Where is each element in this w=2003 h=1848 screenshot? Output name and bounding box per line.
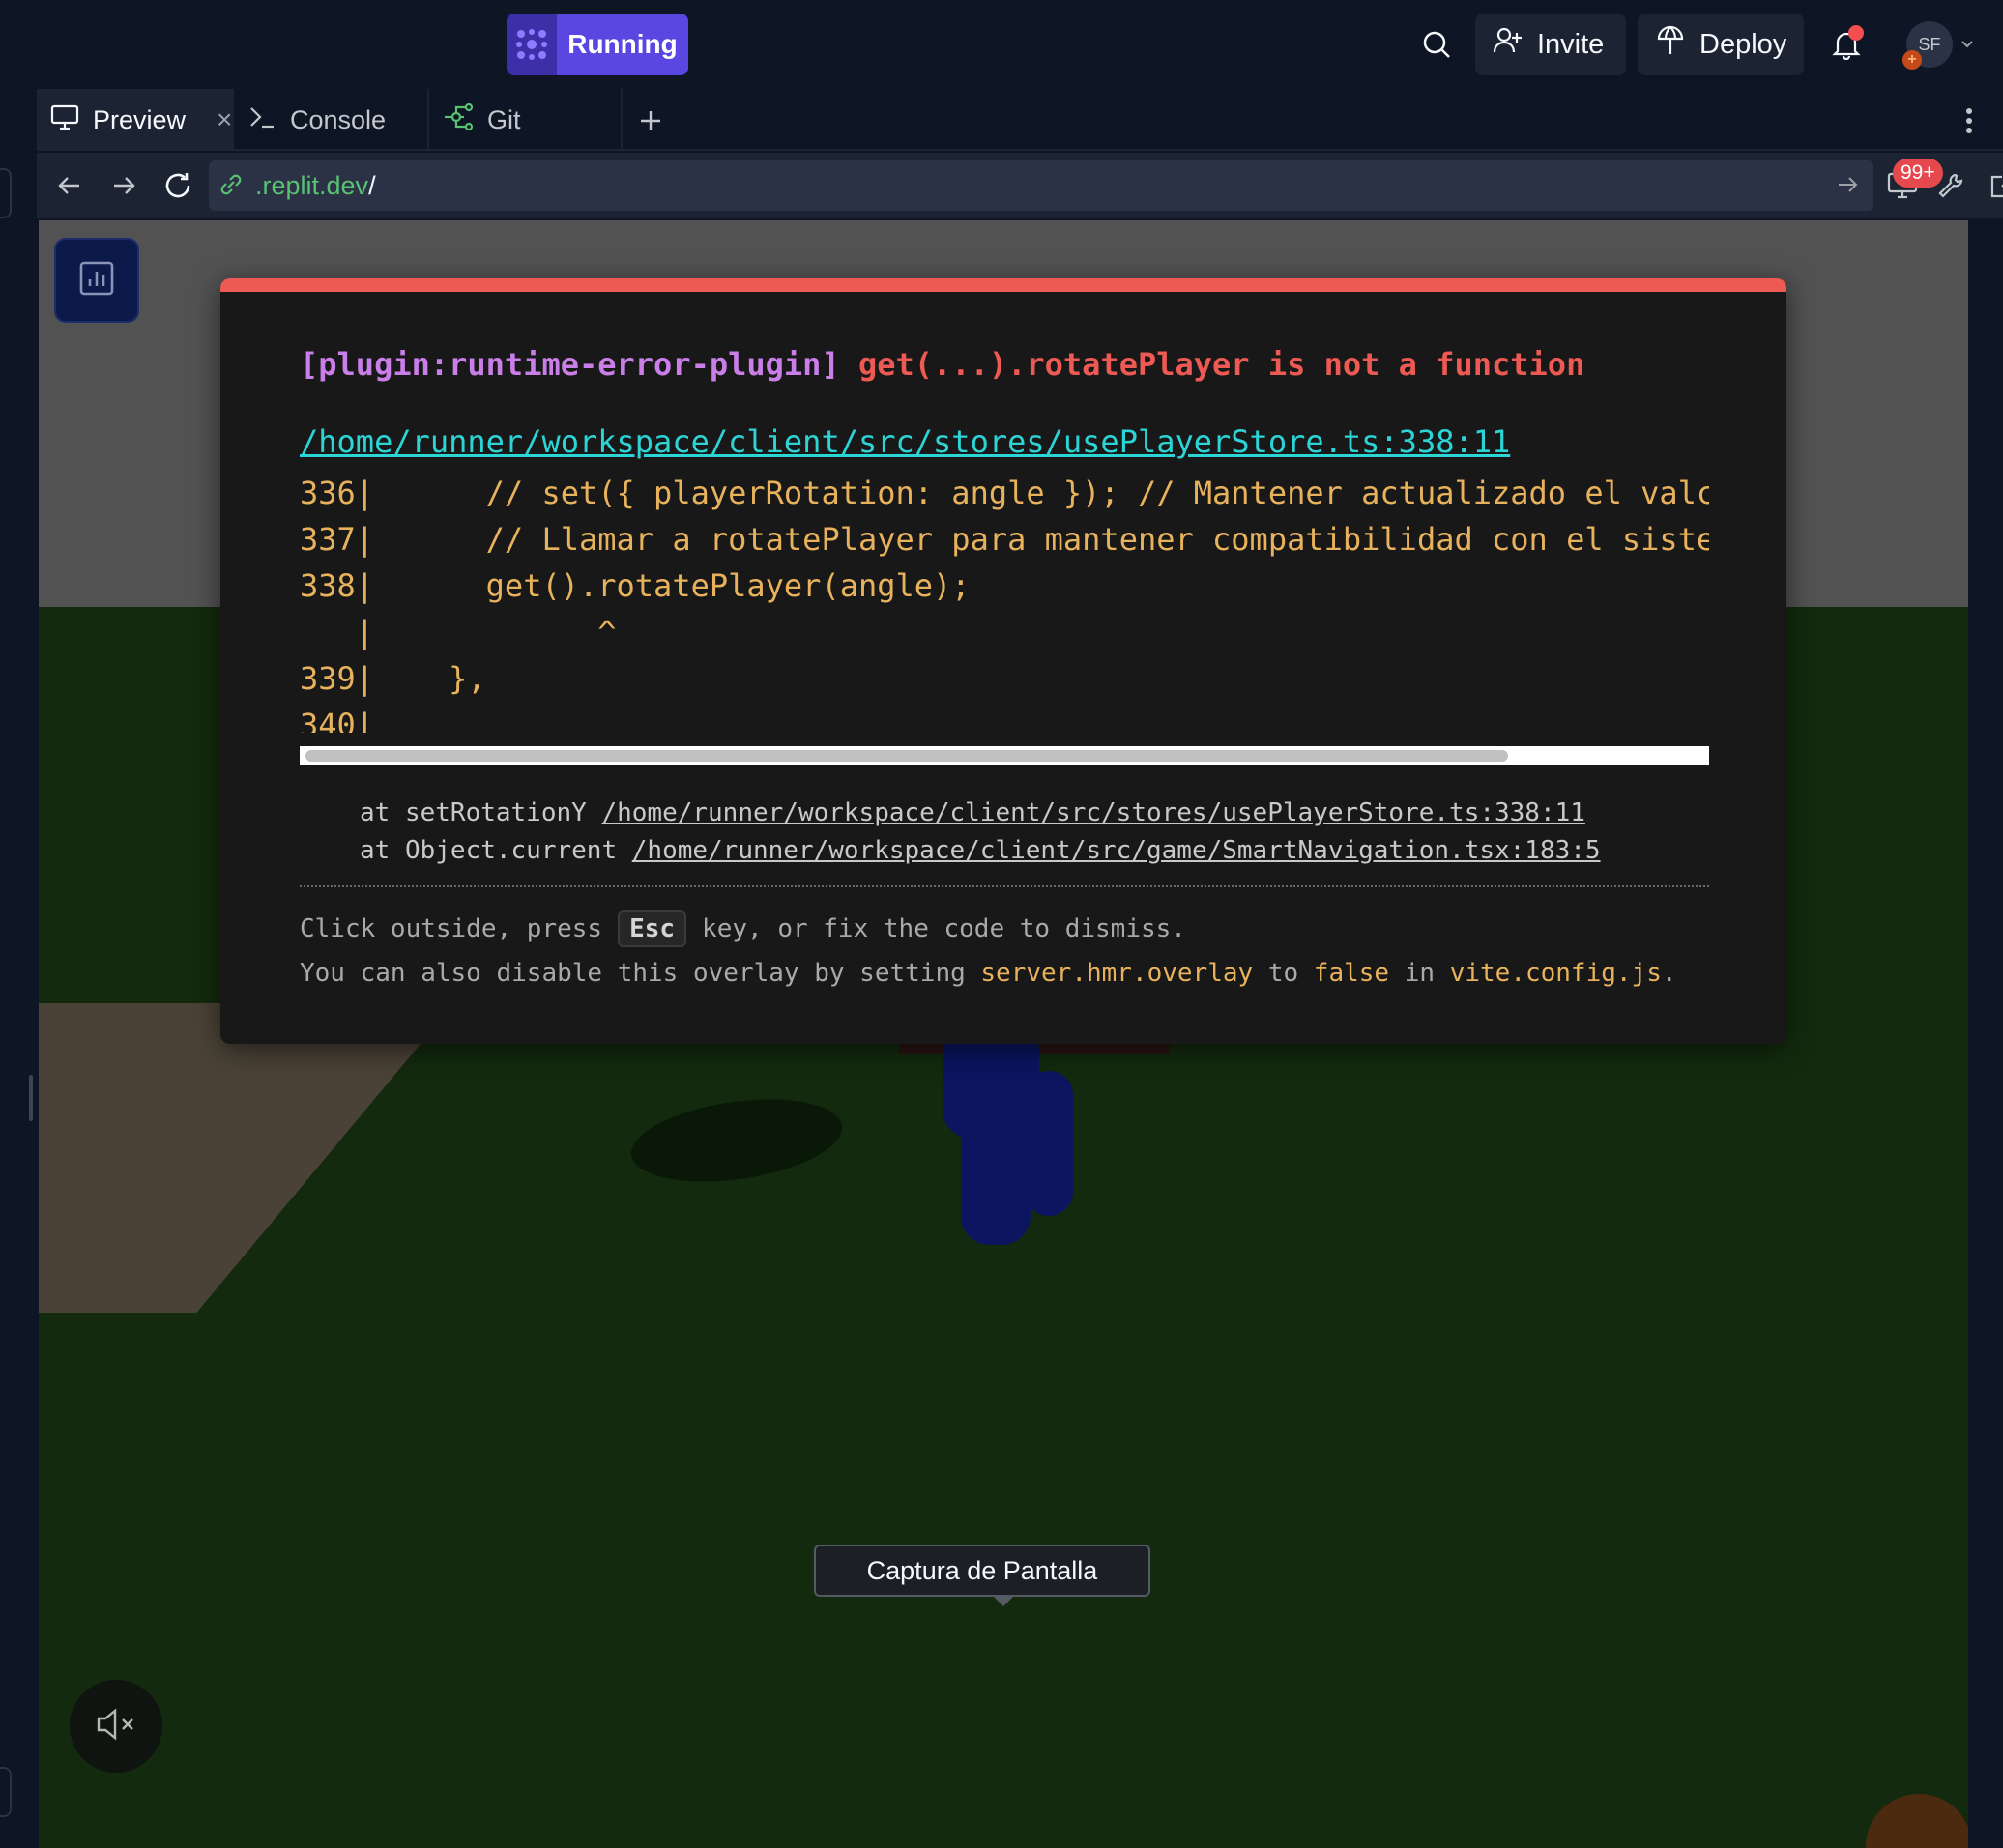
monitor-icon (50, 102, 79, 138)
tip-text: . (1661, 959, 1677, 988)
esc-key: Esc (618, 910, 687, 947)
error-file-link[interactable]: /home/runner/workspace/client/src/stores… (300, 423, 1510, 460)
stack-frame-link[interactable]: /home/runner/workspace/client/src/game/S… (632, 836, 1601, 865)
tip-text: to (1253, 959, 1314, 988)
disable-overlay-tip: You can also disable this overlay by set… (300, 959, 1677, 988)
code-scrollbar[interactable] (300, 746, 1709, 765)
stack-frame-function: at Object.current (360, 836, 632, 865)
tip-text: You can also disable this overlay by set… (300, 959, 981, 988)
character-leg (961, 1090, 1031, 1245)
close-icon[interactable]: × (217, 104, 232, 135)
running-spinner-icon (507, 14, 557, 75)
stack-frame-function: at setRotationY (360, 798, 602, 827)
stack-frame: at Object.current /home/runner/workspace… (360, 836, 1601, 865)
rail-panel-fragment (0, 1767, 12, 1817)
url-field[interactable]: .replit.dev / (209, 160, 1873, 211)
run-button-label: Running (557, 14, 688, 75)
deploy-button[interactable]: Deploy (1638, 14, 1804, 75)
config-file: vite.config.js (1449, 959, 1662, 988)
code-line: 340| (300, 707, 375, 733)
rail-panel-fragment (0, 168, 12, 218)
left-rail (0, 89, 37, 1848)
code-line: 336| // set({ playerRotation: angle }); … (300, 475, 1709, 511)
dismiss-tip-text: key, or fix the code to dismiss. (702, 914, 1186, 943)
url-path: / (368, 170, 376, 200)
code-line: 339| }, (300, 660, 486, 697)
replit-workspace: Running Invite Deploy SF + Preview × Con… (0, 0, 2003, 1848)
back-arrow-icon[interactable] (46, 162, 93, 209)
stats-button[interactable] (54, 238, 139, 323)
code-line: | ^ (300, 614, 617, 650)
scrollbar-thumb[interactable] (305, 750, 1508, 762)
code-line: 337| // Llamar a rotatePlayer para mante… (300, 521, 1709, 558)
url-domain: .replit.dev (255, 170, 369, 200)
tab-preview-label: Preview (93, 104, 187, 134)
tab-bar: Preview × Console Git (37, 89, 2003, 151)
git-branch-icon (443, 102, 474, 138)
go-arrow-icon[interactable] (1835, 172, 1860, 204)
tab-console-label: Console (290, 104, 387, 134)
chevron-down-icon[interactable] (1957, 33, 1978, 54)
forward-arrow-icon[interactable] (101, 162, 147, 209)
terminal-icon (247, 102, 276, 138)
bar-chart-icon (78, 260, 115, 302)
search-icon[interactable] (1413, 21, 1460, 68)
invite-label: Invite (1537, 28, 1605, 60)
error-message: get(...).rotatePlayer is not a function (857, 346, 1585, 383)
add-user-icon (1493, 25, 1524, 64)
vite-error-overlay[interactable]: [plugin:runtime-error-plugin] get(...).r… (220, 278, 1786, 1044)
add-tab-button[interactable] (626, 97, 675, 145)
code-line: 338| get().rotatePlayer(angle); (300, 567, 971, 604)
avatar-badge: + (1902, 50, 1922, 70)
external-link-icon[interactable] (1980, 162, 2003, 209)
mute-button[interactable] (70, 1680, 162, 1773)
tab-git-label: Git (487, 104, 521, 134)
more-vertical-icon[interactable] (1945, 97, 1993, 145)
tooltip-arrow (992, 1595, 1015, 1606)
tip-text: in (1389, 959, 1450, 988)
tab-preview[interactable]: Preview × (37, 89, 234, 151)
code-frame: 336| // set({ playerRotation: angle }); … (300, 470, 1709, 733)
tab-git[interactable]: Git (429, 89, 623, 151)
config-key: server.hmr.overlay (980, 959, 1254, 988)
character-leg (1025, 1071, 1073, 1216)
volume-mute-icon (95, 1705, 137, 1748)
error-title: [plugin:runtime-error-plugin] get(...).r… (300, 346, 1584, 383)
reload-icon[interactable] (155, 162, 201, 209)
deploy-label: Deploy (1699, 28, 1787, 60)
browser-nav-bar: .replit.dev / (37, 153, 2003, 218)
deploy-icon (1655, 25, 1686, 64)
error-plugin: [plugin:runtime-error-plugin] (300, 346, 840, 383)
link-icon (217, 170, 246, 206)
stack-frame: at setRotationY /home/runner/workspace/c… (360, 798, 1585, 827)
dismiss-tip: Click outside, press Esc key, or fix the c… (300, 910, 1186, 947)
invite-button[interactable]: Invite (1475, 14, 1626, 75)
resize-handle[interactable] (29, 1075, 33, 1121)
stack-frame-link[interactable]: /home/runner/workspace/client/src/stores… (601, 798, 1584, 827)
config-value: false (1313, 959, 1390, 988)
top-bar: Running Invite Deploy SF + (0, 0, 2003, 89)
overlay-divider (300, 885, 1709, 887)
run-button[interactable]: Running (507, 14, 688, 75)
notification-dot (1848, 25, 1864, 41)
dismiss-tip-text: Click outside, press (300, 914, 603, 943)
screenshot-tooltip: Captura de Pantalla (814, 1545, 1150, 1597)
devtools-count-badge: 99+ (1893, 159, 1943, 188)
tab-console[interactable]: Console (234, 89, 429, 151)
